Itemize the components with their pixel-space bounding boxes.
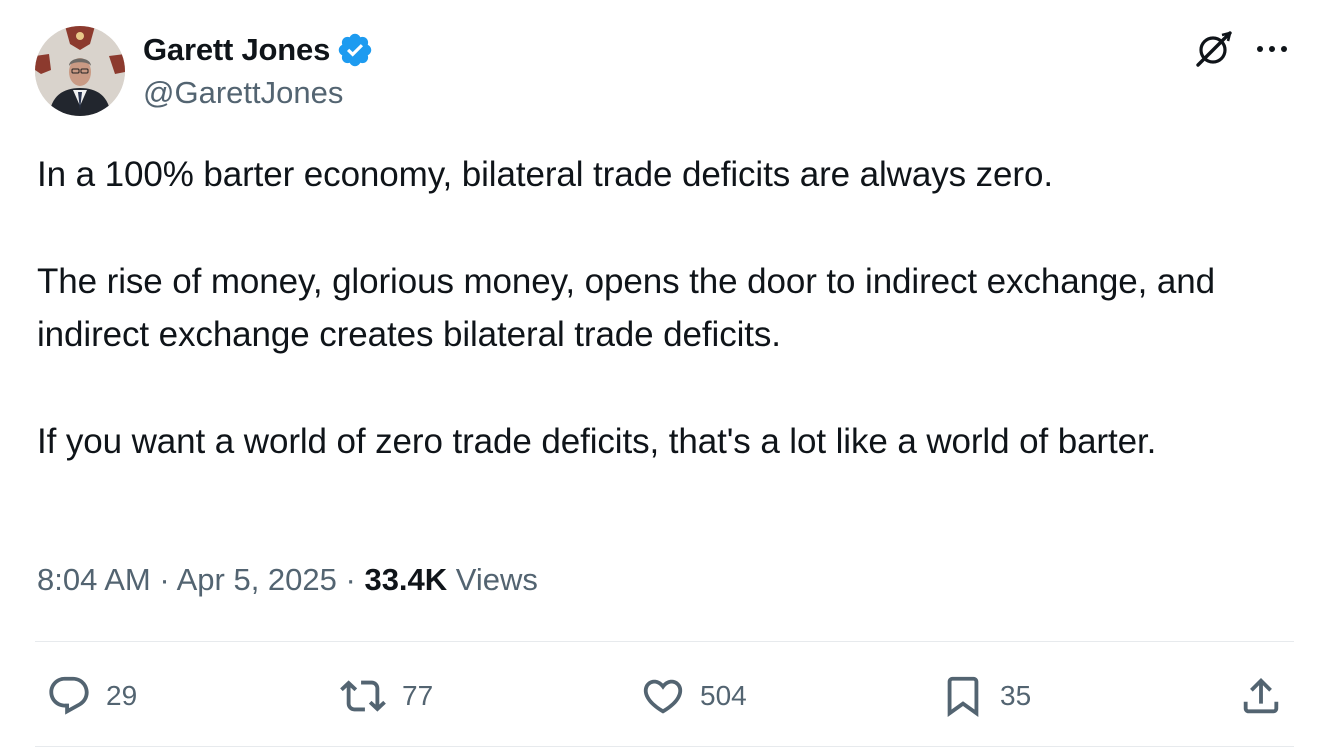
- avatar-image: [35, 26, 125, 116]
- meta-separator: ·: [336, 562, 365, 597]
- retweet-count: 77: [402, 680, 434, 711]
- share-button[interactable]: [1238, 671, 1284, 721]
- author-display-name[interactable]: Garett Jones: [143, 32, 330, 68]
- author-name-row: Garett Jones: [143, 30, 374, 70]
- like-count: 504: [700, 680, 747, 711]
- avatar[interactable]: [35, 26, 125, 116]
- tweet-paragraph: In a 100% barter economy, bilateral trad…: [37, 155, 1053, 194]
- views-count[interactable]: 33.4K: [364, 562, 447, 597]
- grok-icon[interactable]: [1192, 27, 1236, 71]
- tweet-time[interactable]: 8:04 AM: [37, 562, 151, 597]
- reply-count: 29: [106, 680, 138, 711]
- divider: [35, 641, 1294, 642]
- retweet-button[interactable]: 77: [338, 671, 433, 721]
- meta-separator: ·: [150, 562, 177, 597]
- divider: [35, 746, 1294, 747]
- author-handle[interactable]: @GarettJones: [143, 75, 343, 111]
- reply-button[interactable]: 29: [46, 671, 137, 721]
- tweet-date[interactable]: Apr 5, 2025: [177, 562, 337, 597]
- share-icon: [1243, 677, 1279, 714]
- views-label: Views: [447, 562, 538, 597]
- verified-badge-icon[interactable]: [336, 31, 374, 69]
- like-icon: [643, 679, 683, 714]
- tweet-paragraph: If you want a world of zero trade defici…: [37, 422, 1157, 461]
- tweet-meta: 8:04 AM · Apr 5, 2025 · 33.4K Views: [37, 562, 538, 598]
- more-options-icon[interactable]: [1254, 33, 1290, 65]
- tweet: Garett Jones @GarettJones In a 100% bart…: [0, 0, 1328, 748]
- like-button[interactable]: 504: [640, 671, 747, 721]
- bookmark-icon: [947, 676, 979, 717]
- tweet-text: In a 100% barter economy, bilateral trad…: [37, 148, 1297, 468]
- tweet-paragraph: The rise of money, glorious money, opens…: [37, 262, 1216, 354]
- reply-icon: [49, 676, 89, 715]
- retweet-icon: [340, 680, 386, 712]
- bookmark-button[interactable]: 35: [940, 671, 1031, 721]
- bookmark-count: 35: [1000, 680, 1032, 711]
